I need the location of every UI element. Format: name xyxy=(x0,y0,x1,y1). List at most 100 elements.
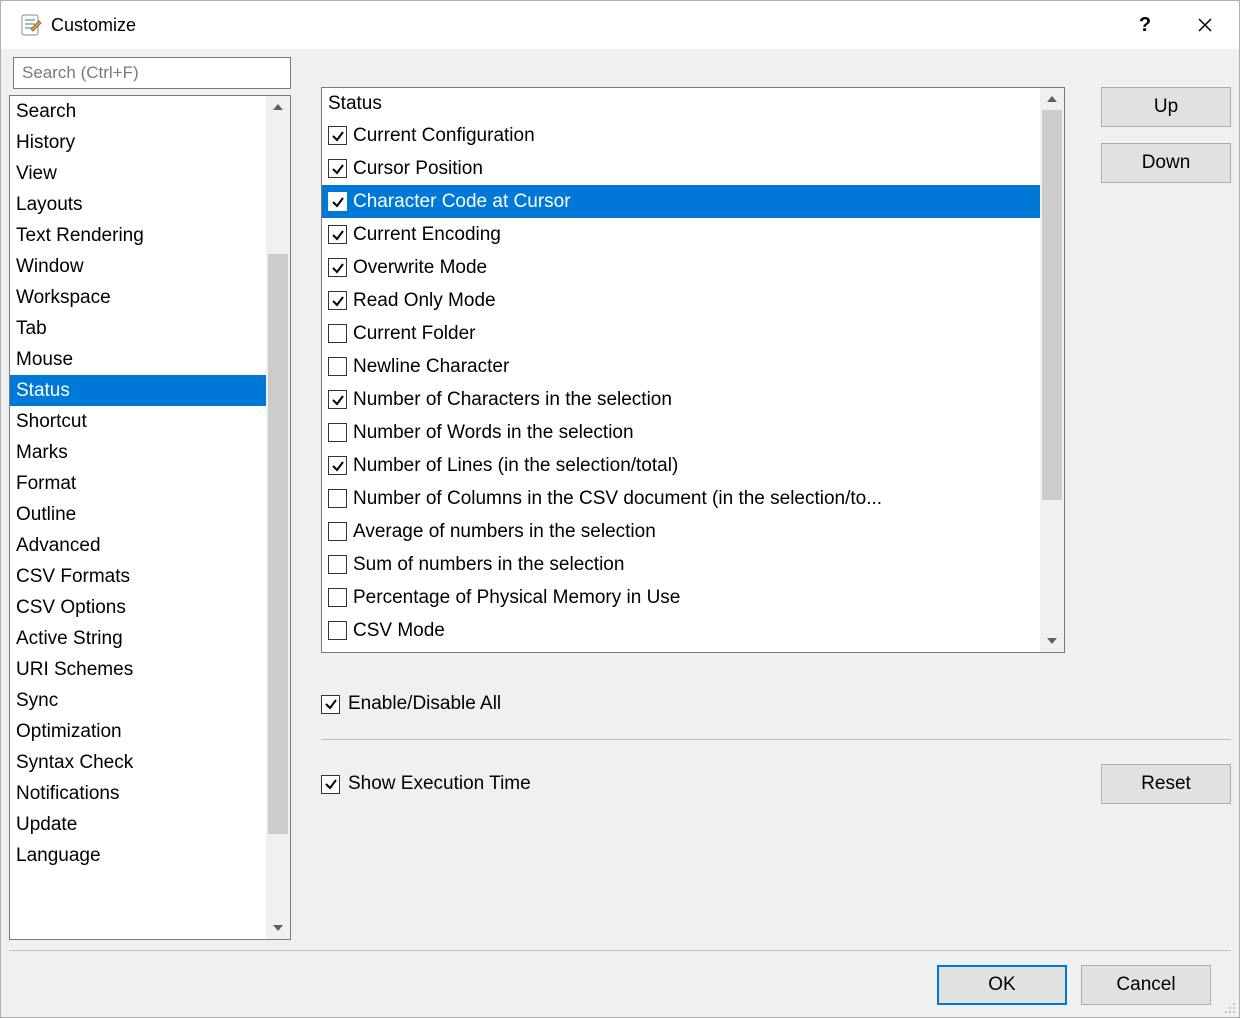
status-item-checkbox[interactable] xyxy=(328,456,347,475)
category-item[interactable]: Language xyxy=(10,840,266,871)
reset-button[interactable]: Reset xyxy=(1101,764,1231,804)
status-item-label: Current Encoding xyxy=(353,224,501,246)
status-item-checkbox[interactable] xyxy=(328,192,347,211)
category-item[interactable]: Outline xyxy=(10,499,266,530)
ok-button[interactable]: OK xyxy=(937,965,1067,1005)
status-item[interactable]: Number of Words in the selection xyxy=(322,416,1040,449)
category-item[interactable]: Shortcut xyxy=(10,406,266,437)
category-item[interactable]: CSV Options xyxy=(10,592,266,623)
status-item-checkbox[interactable] xyxy=(328,423,347,442)
category-item[interactable]: Text Rendering xyxy=(10,220,266,251)
category-item[interactable]: Sync xyxy=(10,685,266,716)
status-item-label: Overwrite Mode xyxy=(353,257,487,279)
status-item[interactable]: Cursor Position xyxy=(322,152,1040,185)
category-item[interactable]: Active String xyxy=(10,623,266,654)
status-item-label: Cursor Position xyxy=(353,158,483,180)
show-exec-time-checkbox-row[interactable]: Show Execution Time xyxy=(321,773,531,795)
below-list-area: Enable/Disable All Show Execution Time R… xyxy=(321,693,1231,804)
category-item[interactable]: Update xyxy=(10,809,266,840)
status-item[interactable]: Newline Character xyxy=(322,350,1040,383)
category-item[interactable]: Marks xyxy=(10,437,266,468)
status-item[interactable]: Overwrite Mode xyxy=(322,251,1040,284)
status-item-checkbox[interactable] xyxy=(328,489,347,508)
status-item-label: Newline Character xyxy=(353,356,509,378)
category-list-scrollbar[interactable] xyxy=(266,96,290,939)
status-item-label: Average of numbers in the selection xyxy=(353,521,656,543)
resize-grip[interactable] xyxy=(1221,999,1237,1015)
status-item-checkbox[interactable] xyxy=(328,225,347,244)
status-item[interactable]: Percentage of Physical Memory in Use xyxy=(322,581,1040,614)
scroll-thumb[interactable] xyxy=(268,254,288,834)
category-list[interactable]: SearchHistoryViewLayoutsText RenderingWi… xyxy=(9,95,291,940)
right-column: Status Current ConfigurationCursor Posit… xyxy=(321,57,1231,940)
app-icon xyxy=(19,13,43,37)
category-item[interactable]: Tab xyxy=(10,313,266,344)
status-item-checkbox[interactable] xyxy=(328,291,347,310)
status-item-checkbox[interactable] xyxy=(328,588,347,607)
scroll-down-icon[interactable] xyxy=(266,917,290,939)
scroll-down-icon[interactable] xyxy=(1040,630,1064,652)
left-column: SearchHistoryViewLayoutsText RenderingWi… xyxy=(9,57,291,940)
category-item[interactable]: URI Schemes xyxy=(10,654,266,685)
status-item-label: Character Code at Cursor xyxy=(353,191,571,213)
status-items-list[interactable]: Status Current ConfigurationCursor Posit… xyxy=(321,87,1065,653)
show-exec-time-checkbox[interactable] xyxy=(321,775,340,794)
category-item[interactable]: Window xyxy=(10,251,266,282)
status-item[interactable]: Character Code at Cursor xyxy=(322,185,1040,218)
status-item[interactable]: Current Encoding xyxy=(322,218,1040,251)
status-item-checkbox[interactable] xyxy=(328,555,347,574)
status-list-scrollbar[interactable] xyxy=(1040,88,1064,652)
status-item[interactable]: CSV Mode xyxy=(322,614,1040,647)
category-item[interactable]: Mouse xyxy=(10,344,266,375)
status-item-label: Current Folder xyxy=(353,323,476,345)
category-item[interactable]: View xyxy=(10,158,266,189)
status-item[interactable]: Number of Lines (in the selection/total) xyxy=(322,449,1040,482)
status-item[interactable]: Sum of numbers in the selection xyxy=(322,548,1040,581)
status-item[interactable]: Average of numbers in the selection xyxy=(322,515,1040,548)
status-item[interactable]: Read Only Mode xyxy=(322,284,1040,317)
status-item[interactable]: Number of Columns in the CSV document (i… xyxy=(322,482,1040,515)
scroll-up-icon[interactable] xyxy=(1040,88,1064,110)
status-item-checkbox[interactable] xyxy=(328,621,347,640)
enable-all-checkbox[interactable] xyxy=(321,695,340,714)
category-item[interactable]: Search xyxy=(10,96,266,127)
status-item-checkbox[interactable] xyxy=(328,390,347,409)
status-item-checkbox[interactable] xyxy=(328,159,347,178)
category-item[interactable]: CSV Formats xyxy=(10,561,266,592)
category-item[interactable]: Format xyxy=(10,468,266,499)
category-item[interactable]: Layouts xyxy=(10,189,266,220)
scroll-up-icon[interactable] xyxy=(266,96,290,118)
titlebar: Customize ? xyxy=(1,1,1239,49)
category-item[interactable]: Status xyxy=(10,375,266,406)
help-button[interactable]: ? xyxy=(1115,1,1175,49)
status-item-label: Number of Columns in the CSV document (i… xyxy=(353,488,882,510)
customize-dialog: Customize ? SearchHistoryViewLayoutsText… xyxy=(0,0,1240,1018)
status-item-label: Number of Lines (in the selection/total) xyxy=(353,455,678,477)
status-item-checkbox[interactable] xyxy=(328,258,347,277)
close-button[interactable] xyxy=(1175,1,1235,49)
status-item-checkbox[interactable] xyxy=(328,357,347,376)
enable-all-label: Enable/Disable All xyxy=(348,693,501,715)
status-item[interactable]: Current Configuration xyxy=(322,119,1040,152)
down-button[interactable]: Down xyxy=(1101,143,1231,183)
category-item[interactable]: Optimization xyxy=(10,716,266,747)
status-item-checkbox[interactable] xyxy=(328,126,347,145)
category-item[interactable]: Notifications xyxy=(10,778,266,809)
status-item-label: Percentage of Physical Memory in Use xyxy=(353,587,680,609)
cancel-button[interactable]: Cancel xyxy=(1081,965,1211,1005)
category-item[interactable]: Workspace xyxy=(10,282,266,313)
category-item[interactable]: Advanced xyxy=(10,530,266,561)
window-title: Customize xyxy=(51,15,1115,36)
scroll-thumb[interactable] xyxy=(1042,110,1062,500)
status-item[interactable]: Number of Characters in the selection xyxy=(322,383,1040,416)
enable-all-checkbox-row[interactable]: Enable/Disable All xyxy=(321,693,1231,715)
search-input[interactable] xyxy=(13,57,291,89)
status-item-checkbox[interactable] xyxy=(328,522,347,541)
category-item[interactable]: History xyxy=(10,127,266,158)
main-row: SearchHistoryViewLayoutsText RenderingWi… xyxy=(9,57,1231,940)
status-item[interactable]: Current Folder xyxy=(322,317,1040,350)
status-item-checkbox[interactable] xyxy=(328,324,347,343)
up-button[interactable]: Up xyxy=(1101,87,1231,127)
category-item[interactable]: Syntax Check xyxy=(10,747,266,778)
show-exec-time-label: Show Execution Time xyxy=(348,773,531,795)
